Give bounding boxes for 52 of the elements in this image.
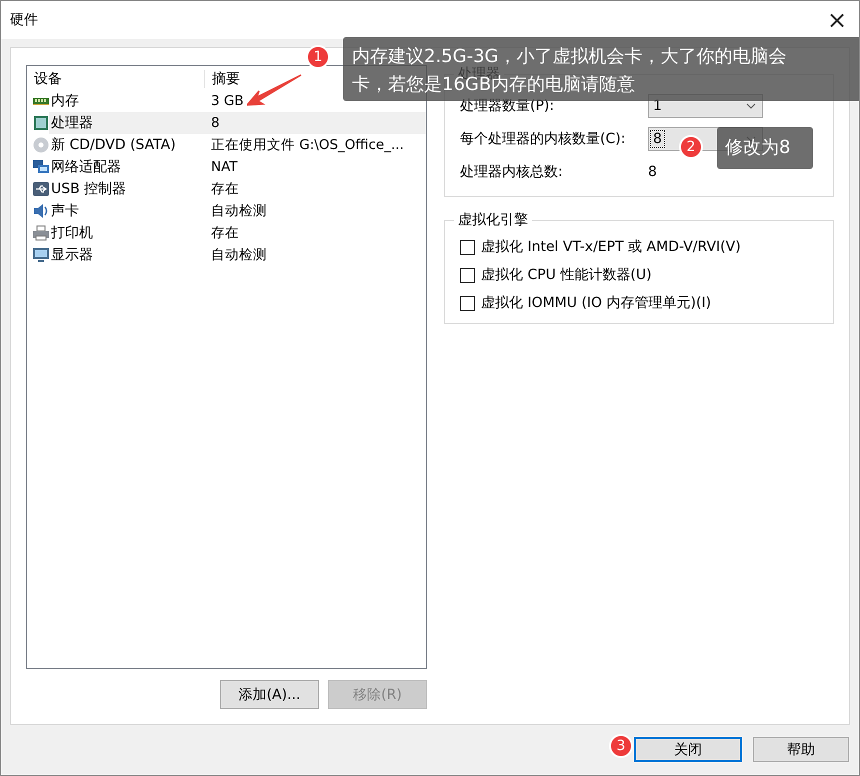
checkbox-label: 虚拟化 IOMMU (IO 内存管理单元)(I) — [481, 294, 712, 312]
checkbox-label: 虚拟化 Intel VT-x/EPT 或 AMD-V/RVI(V) — [481, 238, 741, 256]
chip-icon — [33, 115, 49, 131]
list-row[interactable]: 声卡 自动检测 — [49, 200, 426, 222]
network-icon — [33, 159, 49, 175]
list-row[interactable]: 网络适配器 NAT — [49, 156, 426, 178]
speaker-icon — [33, 203, 49, 219]
field-label: 每个处理器的内核数量(C): — [460, 130, 626, 148]
list-row[interactable]: 新 CD/DVD (SATA) 正在使用文件 G:\OS_Office_... — [49, 134, 426, 156]
checkbox[interactable] — [460, 268, 475, 282]
device-summary: 存在 — [211, 224, 239, 242]
list-row[interactable]: 显示器 自动检测 — [49, 244, 426, 266]
window-title: 硬件 — [10, 11, 38, 29]
list-row[interactable]: 处理器 8 — [49, 112, 426, 134]
annotation-tooltip: 修改为8 — [717, 127, 813, 169]
add-button[interactable]: 添加(A)... — [220, 680, 319, 709]
device-name: 打印机 — [51, 224, 94, 242]
device-name: 显示器 — [51, 246, 94, 264]
device-summary: NAT — [211, 159, 238, 175]
list-row[interactable]: 打印机 存在 — [49, 222, 426, 244]
disc-icon — [33, 137, 49, 153]
device-name: 网络适配器 — [51, 158, 122, 176]
column-header: 摘要 — [211, 70, 240, 88]
close-button[interactable]: × — [815, 1, 859, 39]
device-summary: 正在使用文件 G:\OS_Office_... — [211, 136, 404, 154]
device-summary: 自动检测 — [211, 202, 267, 220]
monitor-icon — [33, 247, 49, 263]
field-label: 处理器内核总数: — [460, 162, 564, 180]
arrow-icon — [247, 73, 303, 107]
printer-icon — [33, 225, 49, 241]
field-label: 处理器数量(P): — [460, 96, 556, 114]
device-name: 处理器 — [51, 114, 94, 132]
chevron-down-icon — [746, 102, 756, 108]
checkbox[interactable] — [460, 296, 475, 310]
device-name: USB 控制器 — [51, 180, 128, 198]
close-dialog-button[interactable]: 关闭 — [634, 737, 742, 762]
device-name: 声卡 — [51, 202, 80, 220]
list-row[interactable]: USB 控制器 存在 — [49, 178, 426, 200]
help-button[interactable]: 帮助 — [753, 737, 849, 762]
device-summary: 存在 — [211, 180, 239, 198]
checkbox[interactable] — [460, 240, 475, 254]
group-title: 虚拟化引擎 — [457, 211, 529, 229]
device-name: 内存 — [51, 92, 80, 110]
device-summary: 自动检测 — [211, 246, 267, 264]
device-summary: 3 GB — [211, 93, 244, 109]
device-name: 新 CD/DVD (SATA) — [51, 136, 177, 154]
column-header: 设备 — [27, 70, 205, 88]
checkbox-label: 虚拟化 CPU 性能计数器(U) — [481, 266, 652, 284]
step-badge: 3 — [609, 734, 633, 758]
field-value: 8 — [648, 164, 657, 180]
usb-icon — [33, 181, 49, 197]
device-summary: 8 — [211, 115, 220, 131]
